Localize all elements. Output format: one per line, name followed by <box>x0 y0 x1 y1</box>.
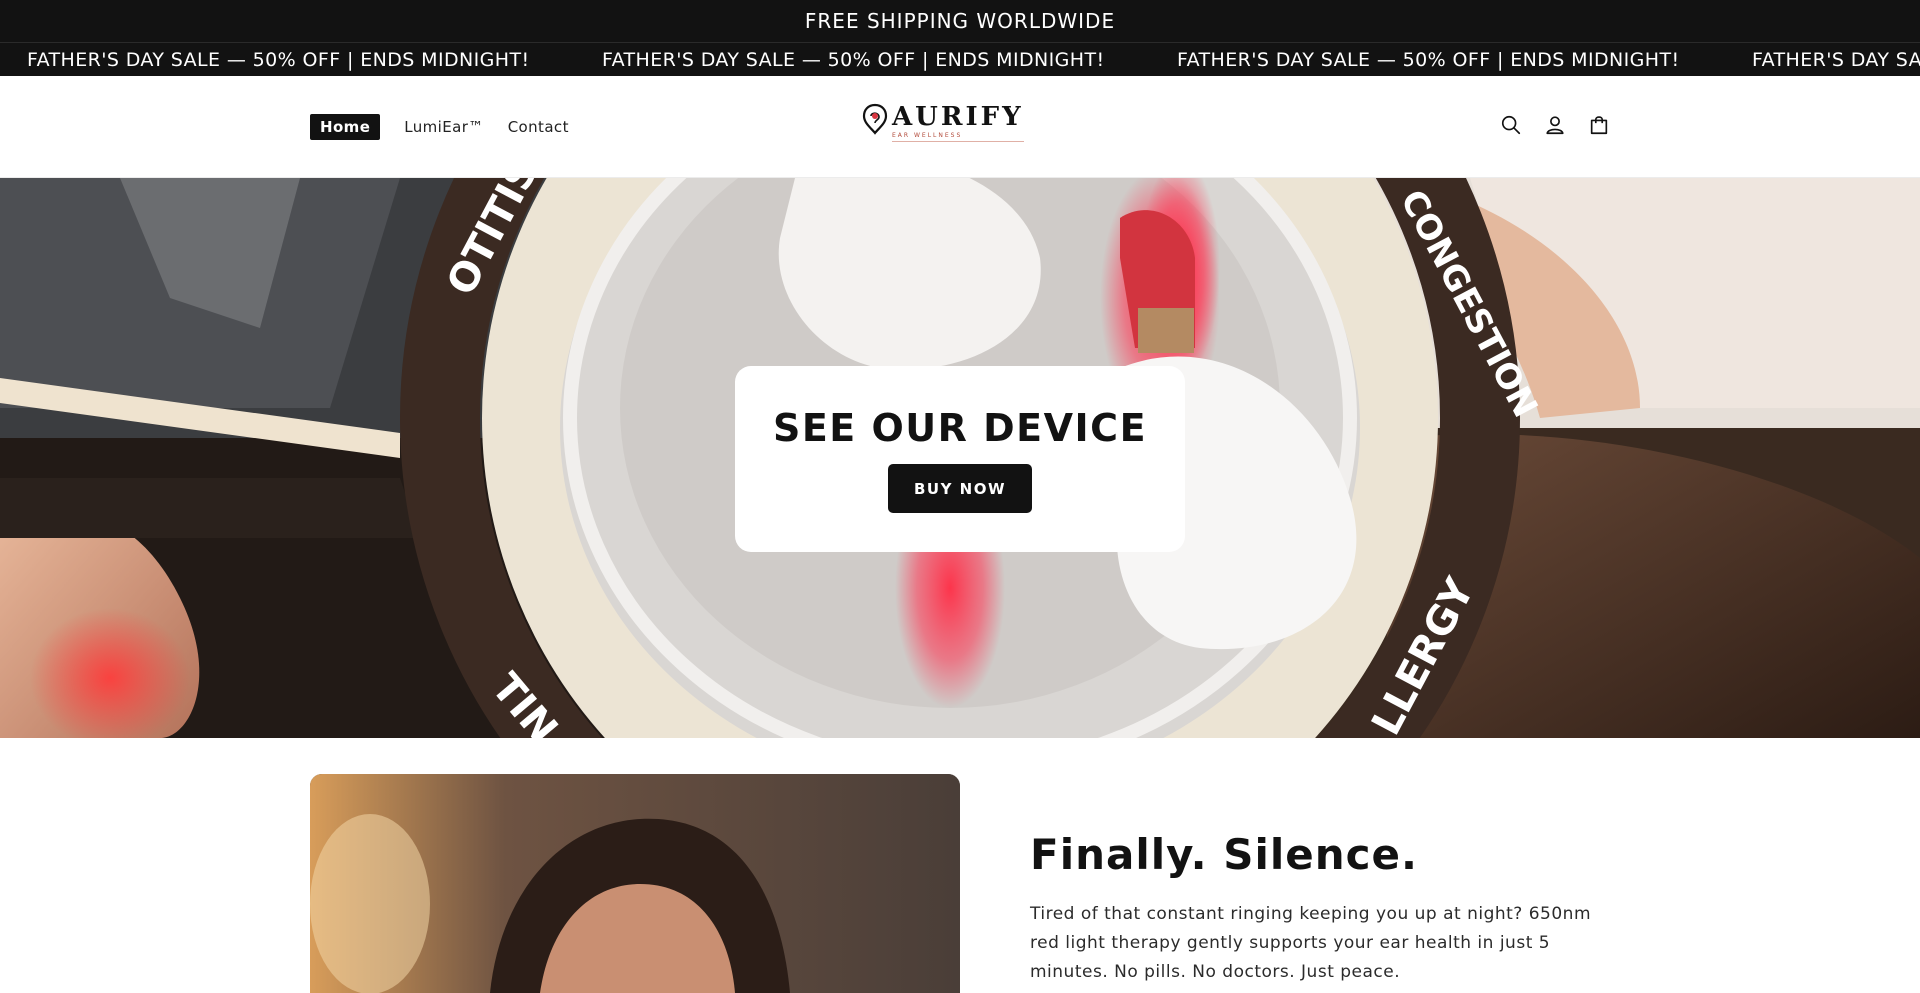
cart-icon[interactable] <box>1586 112 1612 138</box>
sale-marquee-item: FATHER'S DAY SALE — 50% OFF | ENDS MIDNI… <box>602 49 1105 71</box>
main-nav: Home LumiEar™ Contact <box>310 114 593 140</box>
account-icon[interactable] <box>1542 112 1568 138</box>
woman-portrait-image <box>310 774 960 993</box>
site-header: Home LumiEar™ Contact AURIFY EAR WELLNES… <box>0 76 1920 178</box>
shipping-text: FREE SHIPPING WORLDWIDE <box>804 9 1116 33</box>
site-logo[interactable]: AURIFY EAR WELLNESS <box>862 102 1024 142</box>
sale-marquee-item: FATHER'S DAY SALE — 50% OFF | ENDS MIDNI… <box>1177 49 1680 71</box>
hero-cta-card: SEE OUR DEVICE BUY NOW <box>735 366 1185 552</box>
header-icons <box>1498 112 1630 138</box>
search-icon[interactable] <box>1498 112 1524 138</box>
hero-banner: OTITIS M CONGESTION TIN LLERGY SEE OUR D… <box>0 178 1920 738</box>
nav-item-home[interactable]: Home <box>310 114 381 140</box>
ear-pin-logo-icon <box>862 103 888 135</box>
sale-marquee-item: FATHER'S DAY SALE — 50% OFF | ENDS MIDNI… <box>27 49 530 71</box>
feature-title: Finally. Silence. <box>1030 830 1418 879</box>
nav-item-contact[interactable]: Contact <box>508 118 569 136</box>
hero-title: SEE OUR DEVICE <box>772 406 1148 450</box>
sale-marquee-item: FATHER'S DAY SALE — 50% OFF | ENDS MIDNI… <box>1752 49 1920 71</box>
nav-item-lumiear[interactable]: LumiEar™ <box>404 118 483 136</box>
sale-marquee-bar: FATHER'S DAY SALE — 50% OFF | ENDS MIDNI… <box>0 42 1920 76</box>
buy-now-button[interactable]: BUY NOW <box>888 464 1032 513</box>
shipping-announcement-bar: FREE SHIPPING WORLDWIDE <box>0 0 1920 42</box>
feature-portrait-image <box>310 774 960 993</box>
sale-marquee-track: FATHER'S DAY SALE — 50% OFF | ENDS MIDNI… <box>27 43 1920 76</box>
feature-description: Tired of that constant ringing keeping y… <box>1030 904 1592 982</box>
logo-tagline: EAR WELLNESS <box>892 132 1024 142</box>
logo-wordmark: AURIFY <box>892 102 1024 132</box>
